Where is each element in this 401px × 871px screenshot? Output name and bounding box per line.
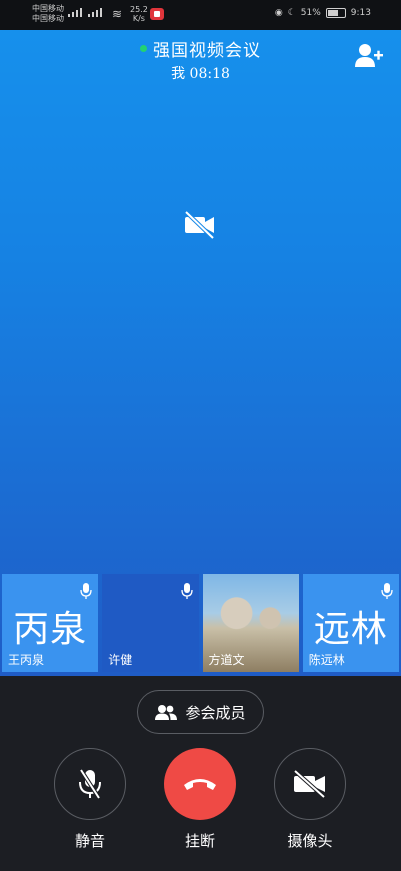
main-video-area[interactable]: 强国视频会议 我 08:18 丙泉 王丙泉 许健 方道文 远林 陈远林 — [0, 30, 401, 676]
signal-icon — [68, 8, 102, 17]
members-icon — [155, 705, 178, 720]
carrier-line-1: 中国移动 — [32, 4, 64, 13]
participant-avatar-text: 远林 — [313, 609, 388, 650]
status-right: ◉ ☾ 51% 9:13 — [275, 8, 371, 18]
meeting-status-dot — [140, 45, 147, 52]
network-speed: 25.2 K/s — [130, 5, 148, 23]
meeting-title: 强国视频会议 — [153, 41, 261, 61]
mic-icon — [180, 583, 193, 599]
participants-button[interactable]: 参会成员 — [137, 690, 264, 734]
mute-button[interactable] — [54, 748, 126, 820]
mute-control[interactable]: 静音 — [54, 748, 126, 851]
participants-button-label: 参会成员 — [185, 703, 246, 722]
eye-icon: ◉ — [274, 8, 283, 18]
status-bar: 中国移动 中国移动 ≋ 25.2 K/s ◉ ☾ 51% 9:13 — [0, 0, 401, 30]
mic-icon — [80, 583, 92, 599]
participant-tile[interactable]: 方道文 — [202, 574, 299, 672]
hangup-control[interactable]: 挂断 — [164, 748, 236, 851]
camera-off-icon — [183, 210, 217, 240]
network-speed-unit: K/s — [132, 14, 145, 23]
do-not-disturb-icon: ☾ — [287, 8, 296, 18]
participant-tile[interactable]: 丙泉 王丙泉 — [2, 574, 99, 672]
mute-label: 静音 — [74, 832, 105, 850]
participant-name: 许健 — [108, 653, 133, 667]
meeting-header: 强国视频会议 我 08:18 — [0, 36, 401, 83]
mic-off-icon — [79, 768, 101, 800]
wifi-icon: ≋ — [112, 7, 123, 21]
carrier-line-2: 中国移动 — [32, 14, 64, 23]
participant-tile[interactable]: 许健 — [102, 574, 199, 672]
hangup-label: 挂断 — [184, 832, 215, 850]
battery-icon — [325, 8, 346, 18]
participant-strip: 丙泉 王丙泉 许健 方道文 远林 陈远林 — [0, 574, 401, 672]
video-off-icon — [293, 770, 326, 798]
phone-hangup-icon — [184, 779, 216, 790]
screen-record-icon — [150, 8, 164, 20]
call-controls: 参会成员 静音 挂断 摄像头 — [0, 676, 401, 871]
participant-name: 陈远林 — [308, 653, 345, 667]
camera-label: 摄像头 — [287, 832, 333, 850]
mic-icon — [381, 583, 393, 599]
participant-avatar-text: 丙泉 — [13, 609, 88, 650]
carrier-info: 中国移动 中国移动 — [32, 4, 64, 24]
participant-name: 方道文 — [208, 653, 245, 667]
meeting-duration: 我 08:18 — [171, 66, 230, 82]
add-member-icon[interactable] — [355, 42, 383, 68]
battery-percent: 51% — [300, 8, 321, 18]
hangup-button[interactable] — [164, 748, 236, 820]
camera-control[interactable]: 摄像头 — [274, 748, 346, 851]
network-speed-value: 25.2 — [130, 5, 148, 14]
clock: 9:13 — [350, 8, 371, 18]
camera-button[interactable] — [274, 748, 346, 820]
participant-name: 王丙泉 — [8, 653, 45, 667]
participant-tile[interactable]: 远林 陈远林 — [302, 574, 399, 672]
